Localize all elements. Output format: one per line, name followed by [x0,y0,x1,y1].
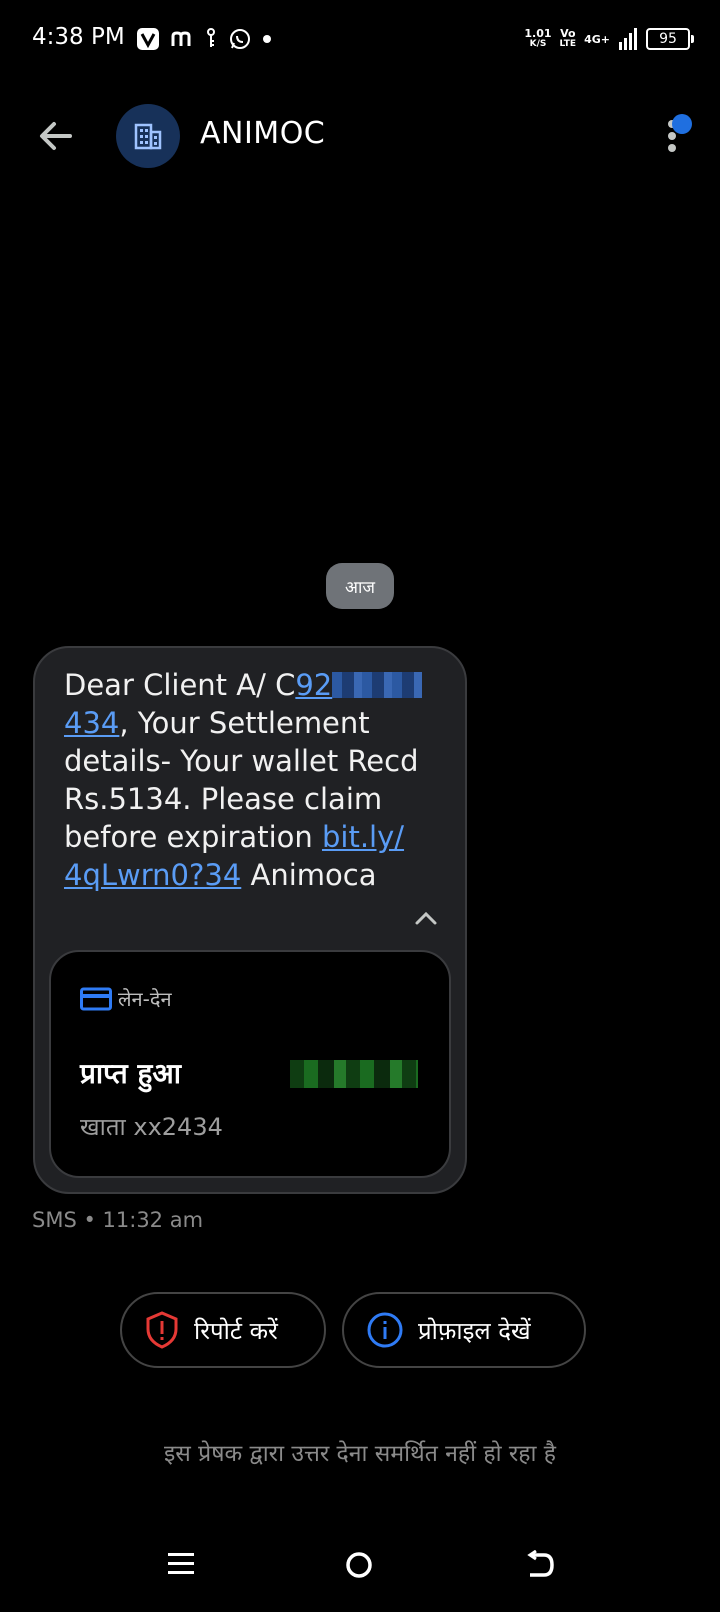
date-chip: आज [326,563,394,609]
view-profile-button[interactable]: प्रोफ़ाइल देखें [342,1292,586,1368]
notification-badge [672,114,692,134]
shield-alert-icon [146,1311,178,1349]
reply-not-supported-note: इस प्रेषक द्वारा उत्तर देना समर्थित नहीं… [163,1441,557,1467]
volte-indicator: Vo LTE [559,27,577,49]
redacted-digits [332,672,423,698]
transaction-card-header: लेन-देन [80,985,172,1012]
whatsapp-icon [230,29,250,49]
status-time: 4:38 PM [32,24,125,50]
redacted-amount [290,1060,418,1088]
message-meta: SMS • 11:32 am [32,1208,204,1232]
report-button[interactable]: रिपोर्ट करें [120,1292,326,1368]
credit-card-icon [80,987,112,1010]
view-profile-button-label: प्रोफ़ाइल देखें [418,1316,531,1345]
chevron-up-icon[interactable] [414,910,438,926]
contact-name[interactable]: ANIMOC [200,116,325,151]
net-speed: 1.01 K/S [524,27,552,49]
transaction-status: प्राप्त हुआ [80,1057,182,1090]
nav-back-icon[interactable] [524,1550,556,1580]
recent-apps-icon[interactable] [166,1550,196,1578]
info-icon [367,1312,403,1348]
m-app-icon [171,31,191,46]
message-text: Dear Client A/ C92434, Your Settlement d… [64,666,424,894]
key-icon [207,28,215,47]
status-system-icons: 1.01 K/S Vo LTE 4G+ 95 [524,24,694,54]
v-app-icon [137,28,159,50]
signal-icon [619,28,637,50]
status-notification-icons [136,24,272,54]
transaction-account: खाता xx2434 [80,1113,223,1141]
network-type: 4G+ [584,32,610,46]
contact-avatar[interactable] [116,104,180,168]
business-building-icon [134,123,162,150]
dot-icon [263,35,271,43]
home-icon[interactable] [344,1550,374,1580]
back-arrow-icon[interactable] [36,116,76,156]
battery-icon: 95 [646,28,694,50]
transaction-category: लेन-देन [118,987,172,1011]
report-button-label: रिपोर्ट करें [194,1316,278,1345]
battery-level: 95 [659,31,677,47]
